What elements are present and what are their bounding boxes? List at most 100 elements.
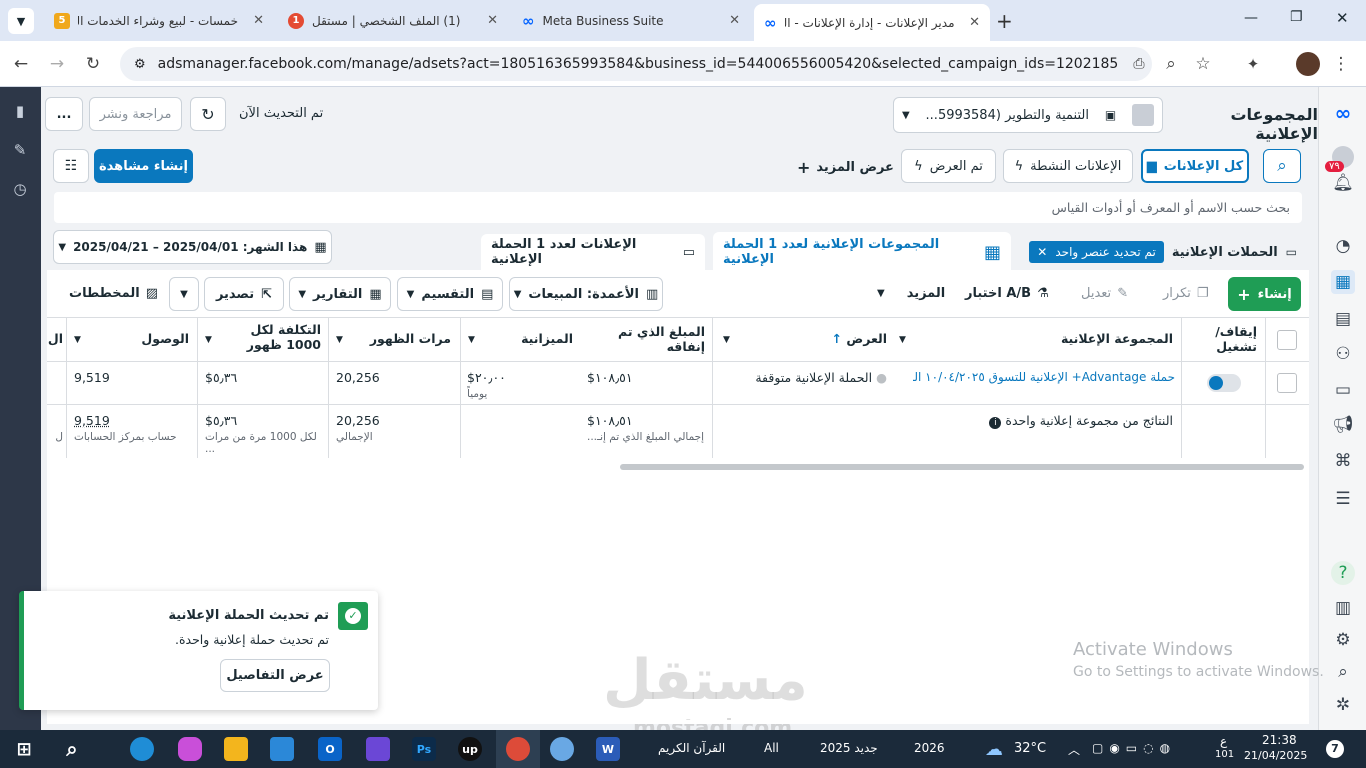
- bell-icon[interactable]: 🔔︎: [1331, 171, 1355, 195]
- review-publish-button[interactable]: مراجعة ونشر: [89, 97, 182, 131]
- breakdown-dropdown[interactable]: ▼ التقسيم ▤: [397, 277, 503, 311]
- col-header-cpm[interactable]: التكلفة لكل 1000 ظهور: [223, 322, 321, 352]
- tab-adsets[interactable]: المجموعات الإعلانية لعدد 1 الحملة الإعلا…: [713, 232, 1011, 272]
- clear-selection-icon[interactable]: ✕: [1037, 245, 1047, 259]
- col-header-budget[interactable]: الميزانية: [487, 331, 573, 346]
- create-view-button[interactable]: إنشاء مشاهدة: [94, 149, 193, 183]
- info-icon[interactable]: i: [989, 417, 1002, 429]
- dashboard-gauge-icon[interactable]: ◔: [1331, 234, 1355, 258]
- col-header-delivery[interactable]: العرض ↑: [807, 331, 887, 346]
- tab-mostaql[interactable]: 1 (1) الملف الشخصي | مستقل ✕: [278, 6, 508, 35]
- selected-chip[interactable]: تم تحديد عنصر واحد ✕: [1029, 241, 1164, 263]
- keyboard-language[interactable]: ع: [1220, 734, 1227, 748]
- edge-browser-icon[interactable]: [130, 737, 154, 761]
- reports-icon[interactable]: ▥: [1331, 596, 1355, 620]
- back-icon[interactable]: ←: [8, 51, 34, 77]
- chevron-down-icon[interactable]: ▼: [336, 335, 343, 345]
- copilot-icon[interactable]: [178, 737, 202, 761]
- microsoft-365-icon[interactable]: [366, 737, 390, 761]
- chevron-down-icon[interactable]: ▼: [74, 335, 81, 345]
- events-icon[interactable]: ⌘: [1331, 449, 1355, 473]
- pencil-icon[interactable]: ✎: [11, 141, 29, 159]
- col-header-impressions[interactable]: مرات الظهور: [351, 331, 451, 346]
- create-button[interactable]: + إنشاء: [1228, 277, 1301, 311]
- meta-logo-icon[interactable]: ∞: [1331, 101, 1355, 125]
- browser-menu-icon[interactable]: ⋮: [1328, 51, 1354, 77]
- close-window-icon[interactable]: ✕: [1336, 9, 1349, 27]
- duplicate-button[interactable]: تكرار ❐: [1163, 286, 1209, 301]
- paint-icon[interactable]: [550, 737, 574, 761]
- zoom-icon[interactable]: ⌕: [1158, 51, 1184, 77]
- clock-time[interactable]: 21:38: [1262, 733, 1297, 747]
- chevron-down-icon[interactable]: ▼: [723, 335, 730, 345]
- col-header-toggle[interactable]: إيقاف/ تشغيل: [1197, 324, 1257, 354]
- export-options-dropdown[interactable]: ▼: [169, 277, 199, 311]
- date-range-picker[interactable]: ▼ هذا الشهر: 2025/04/01 – 2025/04/21 ▦: [53, 230, 332, 264]
- tab-campaigns[interactable]: تم تحديد عنصر واحد ✕ الحملات الإعلانية ▭: [1017, 234, 1307, 270]
- search-button[interactable]: ⌕: [1263, 149, 1301, 183]
- show-hidden-icons[interactable]: ︿: [1068, 741, 1080, 758]
- customize-filters-button[interactable]: ☷: [53, 149, 89, 183]
- windows-start-icon[interactable]: ⊞: [12, 737, 36, 761]
- col-header-adset[interactable]: المجموعة الإعلانية: [907, 331, 1173, 346]
- clock-date[interactable]: 21/04/2025: [1244, 749, 1307, 762]
- restore-icon[interactable]: ❐: [1290, 9, 1303, 25]
- adset-toggle-switch[interactable]: [1207, 374, 1241, 392]
- tab-ads-manager[interactable]: ∞ مدير الإعلانات - إدارة الإعلانات - الـ…: [754, 4, 990, 41]
- chevron-down-icon[interactable]: ▼: [205, 335, 212, 345]
- columns-dropdown[interactable]: ▼ الأعمدة: المبيعات ▥: [509, 277, 663, 311]
- charts-button[interactable]: المخططات ▨: [69, 286, 158, 301]
- active-ads-filter[interactable]: ϟ الإعلانات النشطة: [1003, 149, 1133, 183]
- more-actions-dropdown[interactable]: ▼ المزيد: [877, 286, 945, 301]
- bookmark-star-icon[interactable]: ☆: [1190, 51, 1216, 77]
- close-tab-icon[interactable]: ✕: [253, 13, 264, 28]
- tab-list-button[interactable]: ▼: [8, 8, 34, 34]
- chevron-down-icon[interactable]: ▼: [468, 335, 475, 345]
- horizontal-scrollbar[interactable]: [620, 464, 1304, 470]
- chrome-icon[interactable]: [506, 737, 530, 761]
- system-tray-icons[interactable]: ▢◉▭◌◍: [1092, 741, 1176, 755]
- reload-icon[interactable]: ↻: [80, 51, 106, 77]
- select-all-checkbox[interactable]: [1277, 330, 1297, 350]
- row-checkbox[interactable]: [1277, 373, 1297, 393]
- refresh-button[interactable]: ↻: [190, 97, 226, 131]
- file-explorer-icon[interactable]: [224, 737, 248, 761]
- show-more-button[interactable]: + عرض المزيد: [797, 158, 894, 177]
- close-tab-icon[interactable]: ✕: [729, 13, 740, 28]
- export-button[interactable]: تصدير ⇱: [204, 277, 284, 311]
- site-settings-icon[interactable]: ⚙: [134, 57, 146, 72]
- col-header-truncated[interactable]: ال: [47, 331, 63, 346]
- all-ads-filter[interactable]: ▆ كل الإعلانات: [1141, 149, 1249, 183]
- pages-icon[interactable]: ▤: [1331, 307, 1355, 331]
- close-tab-icon[interactable]: ✕: [969, 15, 980, 30]
- bug-report-icon[interactable]: ✲: [1331, 693, 1355, 717]
- quran-widget[interactable]: القرآن الكريم: [658, 741, 725, 755]
- minimize-icon[interactable]: —: [1244, 10, 1258, 26]
- profile-avatar[interactable]: [1296, 52, 1320, 76]
- audiences-icon[interactable]: ⚇: [1331, 342, 1355, 366]
- tab-ads[interactable]: الإعلانات لعدد 1 الحملة الإعلانية ▭: [481, 234, 705, 270]
- settings-gear-icon[interactable]: ⚙: [1331, 628, 1355, 652]
- clock-icon[interactable]: ◷: [11, 180, 29, 198]
- edit-button[interactable]: تعديل ✎: [1081, 286, 1128, 301]
- col-header-reach[interactable]: الوصول: [107, 331, 189, 346]
- install-app-icon[interactable]: ⎙: [1126, 51, 1152, 77]
- col-header-spent[interactable]: المبلغ الذي تم إنفاقه: [587, 324, 705, 354]
- word-icon[interactable]: W: [596, 737, 620, 761]
- view-details-button[interactable]: عرض التفاصيل: [220, 659, 330, 692]
- billing-card-icon[interactable]: ▭: [1331, 378, 1355, 402]
- photoshop-icon[interactable]: Ps: [412, 737, 436, 761]
- year-2026-widget[interactable]: 2026: [914, 741, 945, 755]
- account-selector[interactable]: ▼ التنمية والتطوير (5993584... ▣: [893, 97, 1163, 133]
- microsoft-store-icon[interactable]: [270, 737, 294, 761]
- close-tab-icon[interactable]: ✕: [487, 13, 498, 28]
- ads-manager-grid-icon[interactable]: ▦: [1331, 270, 1355, 294]
- search-icon[interactable]: ⌕: [1331, 660, 1355, 684]
- ab-test-button[interactable]: اختبار A/B ⚗: [965, 286, 1049, 301]
- forward-icon[interactable]: →: [44, 51, 70, 77]
- chevron-down-icon[interactable]: ▼: [899, 335, 906, 345]
- megaphone-icon[interactable]: 📢︎: [1331, 413, 1355, 437]
- help-icon[interactable]: ?: [1331, 561, 1355, 585]
- more-options-button[interactable]: ...: [45, 97, 83, 131]
- reports-dropdown[interactable]: ▼ التقارير ▦: [289, 277, 391, 311]
